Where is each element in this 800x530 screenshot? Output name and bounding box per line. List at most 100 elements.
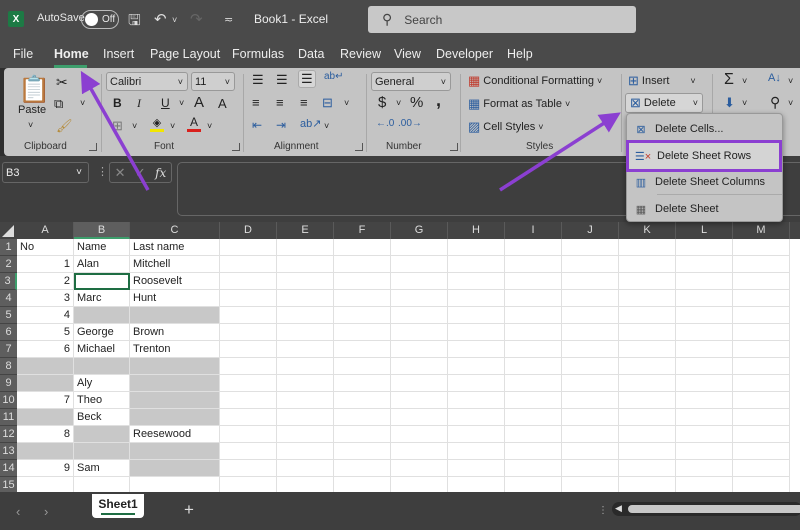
cell-e1[interactable] (277, 239, 334, 256)
cell-b13[interactable] (74, 443, 130, 460)
row-header-6[interactable]: 6 (0, 324, 17, 341)
cell-k4[interactable] (619, 290, 676, 307)
cell-j4[interactable] (562, 290, 619, 307)
cell-b2[interactable]: Alan (74, 256, 130, 273)
menu-item-delete-sheet-rows[interactable]: ☰× Delete Sheet Rows (626, 140, 782, 172)
orientation-dropdown-icon[interactable]: ˅ (324, 121, 329, 131)
cell-c8[interactable] (130, 358, 220, 375)
cell-a13[interactable] (17, 443, 74, 460)
cell-j6[interactable] (562, 324, 619, 341)
cell-a5[interactable]: 4 (17, 307, 74, 324)
cell-a8[interactable] (17, 358, 74, 375)
row-header-14[interactable]: 14 (0, 460, 17, 477)
cell-e8[interactable] (277, 358, 334, 375)
orientation-icon[interactable]: ab↗ (300, 117, 321, 130)
cell-f11[interactable] (334, 409, 391, 426)
cell-j8[interactable] (562, 358, 619, 375)
cell-f6[interactable] (334, 324, 391, 341)
cell-i4[interactable] (505, 290, 562, 307)
cell-b9[interactable]: Aly (74, 375, 130, 392)
cell-e4[interactable] (277, 290, 334, 307)
cell-c4[interactable]: Hunt (130, 290, 220, 307)
sort-filter-dropdown-icon[interactable]: ˅ (788, 76, 793, 86)
cell-b8[interactable] (74, 358, 130, 375)
cell-a14[interactable]: 9 (17, 460, 74, 477)
cell-f12[interactable] (334, 426, 391, 443)
paste-icon[interactable]: 📋 (18, 74, 50, 105)
row-header-12[interactable]: 12 (0, 426, 17, 443)
select-all-button[interactable] (2, 225, 14, 237)
cell-j9[interactable] (562, 375, 619, 392)
cell-c14[interactable] (130, 460, 220, 477)
copy-dropdown-icon[interactable]: ˅ (80, 98, 85, 108)
cell-b6[interactable]: George (74, 324, 130, 341)
cell-g10[interactable] (391, 392, 448, 409)
cell-d13[interactable] (220, 443, 277, 460)
cell-d6[interactable] (220, 324, 277, 341)
tab-home[interactable]: Home (54, 47, 89, 61)
cell-e3[interactable] (277, 273, 334, 290)
cell-d8[interactable] (220, 358, 277, 375)
cell-f8[interactable] (334, 358, 391, 375)
cell-i9[interactable] (505, 375, 562, 392)
cell-l13[interactable] (676, 443, 733, 460)
currency-dropdown-icon[interactable]: ˅ (396, 98, 401, 108)
cell-i8[interactable] (505, 358, 562, 375)
wrap-text-icon[interactable]: ab↵ (324, 71, 344, 82)
cell-f1[interactable] (334, 239, 391, 256)
tab-file[interactable]: File (13, 47, 33, 61)
cell-h2[interactable] (448, 256, 505, 273)
cell-m12[interactable] (733, 426, 790, 443)
conditional-formatting-button[interactable]: ▦ Conditional Formatting ˅ (468, 73, 602, 89)
font-size-select[interactable]: 11 ˅ (191, 72, 235, 91)
tab-data[interactable]: Data (298, 47, 324, 61)
borders-icon[interactable]: ⊞ (112, 118, 123, 134)
cell-g1[interactable] (391, 239, 448, 256)
horizontal-scrollbar[interactable]: ◀ (612, 502, 800, 516)
row-header-2[interactable]: 2 (0, 256, 17, 273)
tab-page-layout[interactable]: Page Layout (150, 47, 220, 61)
cell-e11[interactable] (277, 409, 334, 426)
cell-l7[interactable] (676, 341, 733, 358)
align-center-icon[interactable]: ≡ (276, 95, 284, 110)
next-sheet-icon[interactable]: › (44, 504, 48, 519)
row-header-1[interactable]: 1 (0, 239, 17, 256)
tab-review[interactable]: Review (340, 47, 381, 61)
cell-e2[interactable] (277, 256, 334, 273)
bold-button[interactable]: B (113, 96, 122, 110)
paste-button[interactable]: Paste (18, 104, 46, 116)
sheet-tab-sheet1[interactable]: Sheet1 (92, 494, 144, 518)
cell-f5[interactable] (334, 307, 391, 324)
cell-j13[interactable] (562, 443, 619, 460)
column-header-c[interactable]: C (130, 222, 220, 239)
cell-h14[interactable] (448, 460, 505, 477)
cell-i7[interactable] (505, 341, 562, 358)
format-as-table-button[interactable]: ▦ Format as Table ˅ (468, 96, 570, 112)
cell-i14[interactable] (505, 460, 562, 477)
name-box-dropdown-icon[interactable]: ˅ (76, 167, 82, 178)
cell-h6[interactable] (448, 324, 505, 341)
cell-e14[interactable] (277, 460, 334, 477)
borders-dropdown-icon[interactable]: ˅ (132, 121, 137, 131)
cell-d5[interactable] (220, 307, 277, 324)
column-header-e[interactable]: E (277, 222, 334, 239)
row-header-5[interactable]: 5 (0, 307, 17, 324)
comma-button[interactable]: , (436, 90, 441, 111)
enter-icon[interactable]: ✓ (135, 165, 146, 181)
cell-d14[interactable] (220, 460, 277, 477)
cell-e9[interactable] (277, 375, 334, 392)
cell-k8[interactable] (619, 358, 676, 375)
cell-e12[interactable] (277, 426, 334, 443)
cell-g7[interactable] (391, 341, 448, 358)
cell-j11[interactable] (562, 409, 619, 426)
underline-dropdown-icon[interactable]: ˅ (179, 98, 184, 108)
align-left-icon[interactable]: ≡ (252, 95, 260, 110)
cell-l9[interactable] (676, 375, 733, 392)
cell-c7[interactable]: Trenton (130, 341, 220, 358)
cell-d12[interactable] (220, 426, 277, 443)
cell-j5[interactable] (562, 307, 619, 324)
shrink-font-button[interactable]: A (218, 96, 227, 111)
cell-f7[interactable] (334, 341, 391, 358)
cell-k3[interactable] (619, 273, 676, 290)
cell-k5[interactable] (619, 307, 676, 324)
